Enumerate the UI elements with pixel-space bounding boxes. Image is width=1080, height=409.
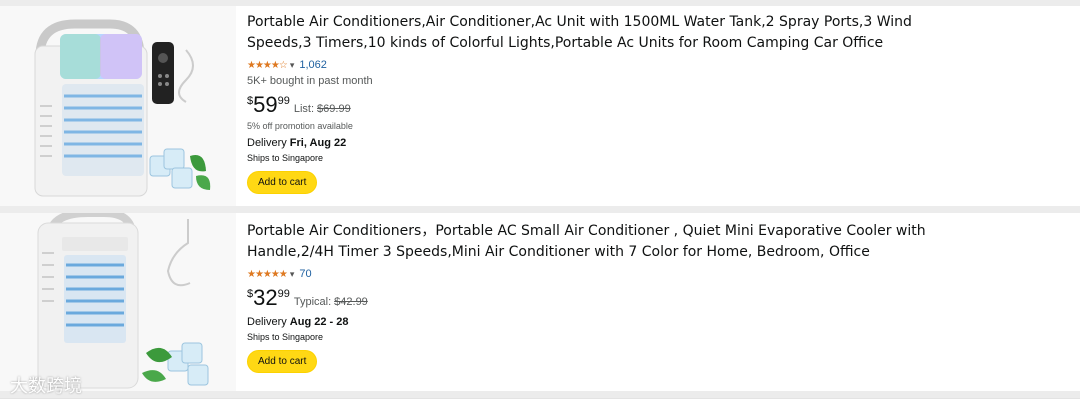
price-fraction: 99 <box>277 288 290 300</box>
price-whole: 32 <box>253 285 278 310</box>
rating-count-link[interactable]: 70 <box>299 268 311 280</box>
chevron-down-icon[interactable]: ▾ <box>290 269 295 280</box>
delivery-info: Delivery Fri, Aug 22 <box>247 137 967 149</box>
typical-price: $42.99 <box>334 296 368 308</box>
rating-row: ★★★★☆ ▾ 1,062 <box>247 59 967 71</box>
list-price: $69.99 <box>317 103 351 115</box>
chevron-down-icon[interactable]: ▾ <box>290 60 295 71</box>
product-image[interactable] <box>0 209 236 391</box>
ships-to: Ships to Singapore <box>247 153 324 163</box>
list-price-label: List: <box>293 103 315 115</box>
ships-to: Ships to Singapore <box>247 332 324 342</box>
product-card: Portable Air Conditioners，Portable AC Sm… <box>0 209 1080 391</box>
watermark-logo: 大数跨境 <box>10 376 82 397</box>
add-to-cart-button[interactable]: Add to cart <box>247 171 318 194</box>
product-card: Portable Air Conditioners,Air Conditione… <box>0 6 1080 206</box>
product-title[interactable]: Portable Air Conditioners，Portable AC Sm… <box>247 221 967 263</box>
delivery-date: Fri, Aug 22 <box>289 137 347 149</box>
typical-price-label: Typical: <box>293 296 332 308</box>
delivery-info: Delivery Aug 22 - 28 <box>247 316 967 328</box>
product-title[interactable]: Portable Air Conditioners,Air Conditione… <box>247 12 967 54</box>
star-rating-icon[interactable]: ★★★★★ <box>247 269 288 280</box>
price-whole: 59 <box>253 92 278 117</box>
bought-count: 5K+ bought in past month <box>247 75 373 87</box>
star-rating-icon[interactable]: ★★★★☆ <box>247 60 288 71</box>
rating-row: ★★★★★ ▾ 70 <box>247 268 967 280</box>
rating-count-link[interactable]: 1,062 <box>299 59 327 71</box>
add-to-cart-button[interactable]: Add to cart <box>247 350 318 373</box>
product-image[interactable] <box>0 6 236 206</box>
price-fraction: 99 <box>277 95 290 107</box>
price-row: $ 32 99 Typical: $42.99 <box>247 286 967 310</box>
delivery-label: Delivery <box>247 137 290 149</box>
promotion-text: 5% off promotion available <box>247 121 353 131</box>
delivery-label: Delivery <box>247 316 290 328</box>
product-info: Portable Air Conditioners，Portable AC Sm… <box>247 213 967 373</box>
price-row: $ 59 99 List: $69.99 <box>247 93 967 117</box>
next-card-edge <box>0 398 1080 409</box>
product-info: Portable Air Conditioners,Air Conditione… <box>247 6 967 194</box>
delivery-date: Aug 22 - 28 <box>289 316 349 328</box>
